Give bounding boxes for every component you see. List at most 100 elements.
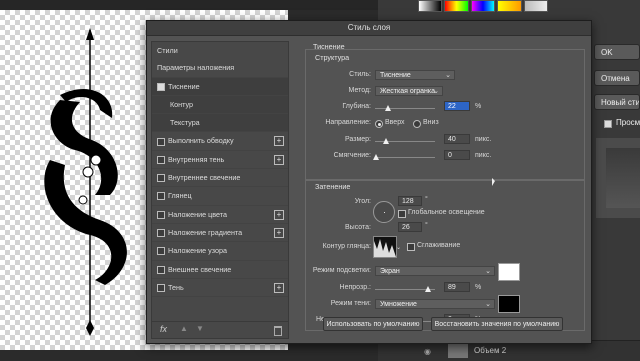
style-item[interactable]: Тень + — [152, 279, 288, 298]
highlight-opacity-input[interactable]: 89 — [444, 282, 470, 292]
chevron-down-icon[interactable]: ⌄ — [396, 244, 401, 251]
style-item[interactable]: Выполнить обводку + — [152, 132, 288, 151]
shadow-color-swatch[interactable] — [498, 295, 520, 313]
style-item-label: Тиснение — [168, 81, 200, 91]
style-item[interactable]: Внешнее свечение — [152, 261, 288, 279]
style-checkbox[interactable] — [157, 82, 165, 91]
styles-header[interactable]: Стили — [152, 42, 288, 59]
gloss-contour-picker[interactable] — [373, 236, 397, 258]
style-checkbox[interactable] — [157, 210, 165, 219]
style-checkbox[interactable] — [157, 283, 165, 292]
eye-icon[interactable]: ◉ — [424, 347, 431, 356]
reset-default-button[interactable]: Восстановить значения по умолчанию — [431, 317, 563, 331]
layer-name[interactable]: Объем 2 — [474, 346, 506, 355]
style-item-label: Наложение градиента — [168, 227, 243, 237]
highlight-mode-select[interactable]: Экран ⌄ — [375, 266, 495, 276]
style-item-label: Тень — [168, 282, 184, 292]
chevron-down-icon: ⌄ — [485, 301, 491, 308]
add-icon[interactable]: + — [274, 136, 284, 147]
blending-options[interactable]: Параметры наложения — [152, 59, 288, 78]
depth-slider[interactable] — [375, 108, 435, 109]
shadow-mode-select[interactable]: Умножение ⌄ — [375, 299, 495, 309]
bevel-settings: Тиснение Структура Стиль: Тиснение ⌄ Мето… — [295, 41, 587, 337]
highlight-opacity-thumb[interactable] — [425, 286, 431, 292]
add-icon[interactable]: + — [274, 154, 284, 165]
style-item[interactable]: Текстура — [152, 114, 288, 133]
style-item-label: Глянец — [168, 191, 192, 201]
style-item[interactable]: Наложение градиента + — [152, 224, 288, 243]
style-select[interactable]: Тиснение ⌄ — [375, 70, 455, 80]
style-item[interactable]: Наложение узора — [152, 242, 288, 261]
angle-input[interactable]: 128 — [398, 196, 422, 206]
dialog-title: Стиль слоя — [147, 21, 591, 36]
global-light-checkbox[interactable] — [398, 210, 406, 218]
style-item-label: Наложение цвета — [168, 209, 227, 219]
list-footer: fx ▲ ▼ — [152, 321, 288, 338]
style-item-label: Внутренняя тень — [168, 154, 225, 164]
style-item[interactable]: Внутреннее свечение — [152, 169, 288, 188]
soften-input[interactable]: 0 — [444, 150, 470, 160]
swatch-strip[interactable] — [418, 0, 549, 12]
soften-slider-thumb[interactable] — [373, 154, 379, 160]
mouse-cursor — [492, 178, 495, 186]
direction-down-label: Вниз — [423, 119, 439, 126]
antialias-checkbox[interactable] — [407, 243, 415, 251]
add-icon[interactable]: + — [274, 282, 284, 293]
altitude-label: Высота: — [345, 224, 371, 231]
chevron-down-icon: ⌄ — [433, 88, 439, 95]
style-checkbox[interactable] — [157, 137, 165, 146]
altitude-unit: ° — [425, 222, 428, 229]
size-input[interactable]: 40 — [444, 134, 470, 144]
style-item-label: Выполнить обводку — [168, 136, 234, 146]
add-icon[interactable]: + — [274, 209, 284, 220]
global-light-label: Глобальное освещение — [408, 209, 485, 216]
soften-label: Смягчение: — [333, 152, 371, 159]
make-default-button[interactable]: Использовать по умолчанию — [323, 317, 423, 331]
size-label: Размер: — [344, 136, 371, 143]
new-style-button[interactable]: Новый стиль... — [594, 94, 640, 110]
cancel-button[interactable]: Отмена — [594, 70, 640, 86]
trash-icon[interactable] — [274, 326, 282, 336]
move-down-icon[interactable]: ▼ — [196, 324, 204, 333]
chevron-down-icon: ⌄ — [485, 268, 491, 275]
angle-label: Угол: — [354, 198, 371, 205]
direction-down-radio[interactable] — [413, 120, 421, 128]
style-checkbox[interactable] — [157, 192, 165, 201]
altitude-input[interactable]: 26 — [398, 222, 422, 232]
highlight-color-swatch[interactable] — [498, 263, 520, 281]
soften-unit: пикс. — [475, 152, 492, 159]
move-up-icon[interactable]: ▲ — [180, 324, 188, 333]
style-preview — [596, 138, 640, 218]
style-checkbox[interactable] — [157, 174, 165, 183]
depth-input[interactable]: 22 — [444, 101, 470, 111]
style-checkbox[interactable] — [157, 265, 165, 274]
style-item-label: Внешнее свечение — [168, 264, 232, 274]
style-item[interactable]: Глянец — [152, 187, 288, 206]
depth-label: Глубина: — [342, 103, 371, 110]
style-item[interactable]: Контур — [152, 95, 288, 115]
method-select[interactable]: Жесткая огранка ⌄ — [375, 86, 443, 96]
size-slider-thumb[interactable] — [383, 138, 389, 144]
style-item[interactable]: Внутренняя тень + — [152, 151, 288, 170]
layer-style-dialog: Стиль слоя Стили Параметры наложения Тис… — [146, 20, 592, 344]
preview-checkbox[interactable] — [604, 120, 612, 128]
style-checkbox[interactable] — [157, 229, 165, 238]
structure-title: Структура — [315, 53, 350, 62]
layer-thumbnail — [448, 344, 468, 358]
depth-slider-thumb[interactable] — [385, 105, 392, 111]
size-unit: пикс. — [475, 136, 492, 143]
angle-unit: ° — [425, 196, 428, 203]
add-icon[interactable]: + — [274, 227, 284, 238]
fx-icon[interactable]: fx — [160, 324, 167, 334]
shading-title: Затенение — [315, 182, 351, 191]
direction-up-radio[interactable] — [375, 120, 383, 128]
style-item[interactable]: Наложение цвета + — [152, 206, 288, 224]
angle-dial[interactable] — [373, 201, 395, 223]
style-item[interactable]: Тиснение — [152, 77, 288, 96]
style-checkbox[interactable] — [157, 247, 165, 256]
soften-slider[interactable] — [375, 157, 435, 158]
gloss-contour-label: Контур глянца: — [322, 243, 371, 250]
style-checkbox[interactable] — [157, 155, 165, 164]
ok-button[interactable]: OK — [594, 44, 640, 60]
styles-list: Стили Параметры наложения Тиснение Контур… — [151, 41, 289, 339]
